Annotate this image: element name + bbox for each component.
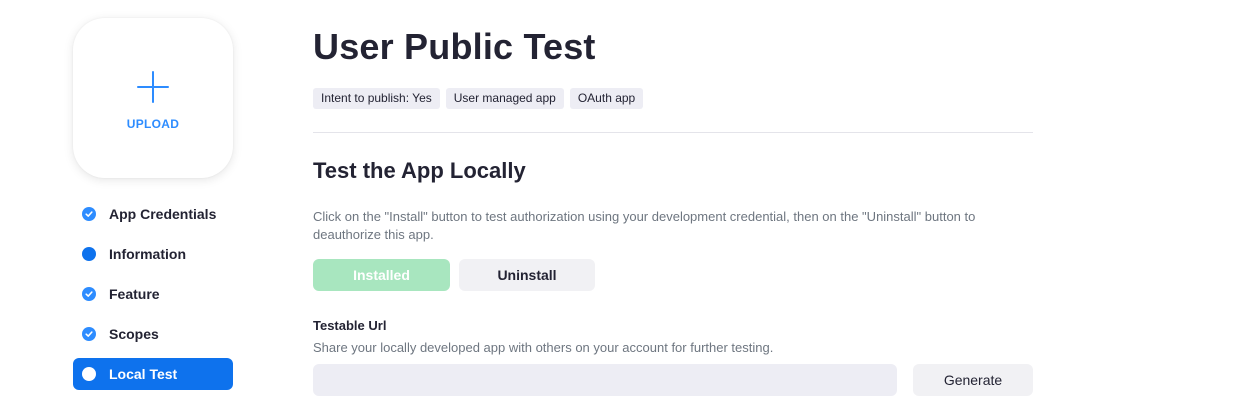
upload-label: UPLOAD bbox=[126, 117, 180, 131]
check-circle-icon bbox=[82, 287, 96, 301]
dot-icon bbox=[82, 247, 96, 261]
tag-oauth: OAuth app bbox=[569, 88, 644, 109]
sidebar-item-label: Information bbox=[109, 246, 186, 262]
app-tags: Intent to publish: Yes User managed app … bbox=[313, 88, 644, 109]
plus-icon bbox=[135, 69, 171, 105]
generate-button[interactable]: Generate bbox=[913, 364, 1033, 396]
tag-user-managed: User managed app bbox=[445, 88, 564, 109]
dot-icon bbox=[82, 367, 96, 381]
check-circle-icon bbox=[82, 327, 96, 341]
section-description: Click on the "Install" button to test au… bbox=[313, 209, 976, 242]
check-circle-icon bbox=[82, 207, 96, 221]
sidebar-item-information[interactable]: Information bbox=[73, 238, 233, 270]
sidebar-item-label: Feature bbox=[109, 286, 160, 302]
sidebar-item-app-credentials[interactable]: App Credentials bbox=[73, 198, 233, 230]
installed-button[interactable]: Installed bbox=[313, 259, 450, 291]
tag-intent-to-publish: Intent to publish: Yes bbox=[313, 88, 440, 109]
sidebar-nav: App Credentials Information Feature Scop… bbox=[73, 198, 233, 398]
sidebar-item-label: Local Test bbox=[109, 366, 178, 382]
divider bbox=[313, 132, 1033, 133]
testable-url-description: Share your locally developed app with ot… bbox=[313, 340, 774, 355]
testable-url-input[interactable] bbox=[313, 364, 897, 396]
sidebar-item-label: Scopes bbox=[109, 326, 159, 342]
uninstall-button[interactable]: Uninstall bbox=[459, 259, 595, 291]
sidebar-item-scopes[interactable]: Scopes bbox=[73, 318, 233, 350]
sidebar-item-label: App Credentials bbox=[109, 206, 217, 222]
sidebar-item-feature[interactable]: Feature bbox=[73, 278, 233, 310]
section-title: Test the App Locally bbox=[313, 158, 526, 183]
sidebar-item-local-test[interactable]: Local Test bbox=[73, 358, 233, 390]
page-title: User Public Test bbox=[313, 26, 596, 67]
testable-url-label: Testable Url bbox=[313, 318, 387, 333]
upload-button[interactable]: UPLOAD bbox=[73, 18, 233, 178]
